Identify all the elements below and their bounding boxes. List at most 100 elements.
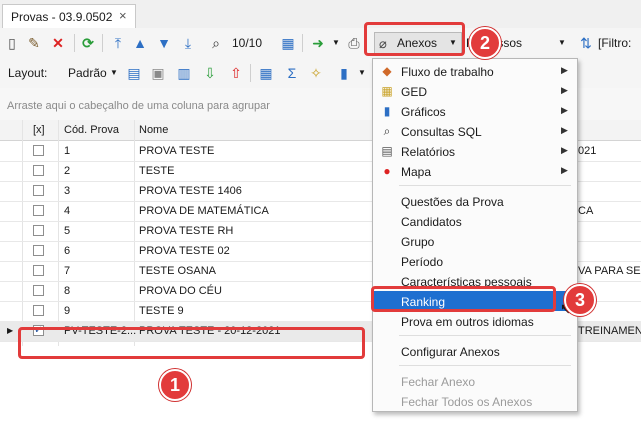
- cell-name: PROVA TESTE 02: [139, 245, 230, 257]
- menu-item-periodo[interactable]: Período: [373, 251, 577, 271]
- highlight-icon[interactable]: ✧: [308, 65, 324, 81]
- submenu-arrow-icon: ▶: [561, 145, 568, 155]
- new-document-icon[interactable]: ▯: [4, 35, 20, 51]
- cell-code: 9: [64, 305, 71, 317]
- layout-icon[interactable]: ▤: [126, 65, 142, 81]
- submenu-arrow-icon: ▶: [561, 165, 568, 175]
- chart-icon[interactable]: ▮: [336, 65, 352, 81]
- header-check[interactable]: [x]: [33, 124, 45, 136]
- row-checkbox[interactable]: [33, 245, 44, 256]
- menu-item-fechar-anexo: Fechar Anexo: [401, 375, 476, 389]
- row-checkbox[interactable]: [33, 185, 44, 196]
- row-checkbox[interactable]: [33, 265, 44, 276]
- step-badge-1: 1: [159, 369, 191, 401]
- menu-item-questoes[interactable]: Questões da Prova: [373, 191, 577, 211]
- cell-name: TESTE: [139, 165, 175, 177]
- cell-code: 4: [64, 205, 71, 217]
- sum-icon[interactable]: Σ: [284, 65, 300, 81]
- cell-code: 5: [64, 225, 71, 237]
- sort-icon[interactable]: ⇅: [578, 35, 594, 51]
- chevron-down-icon[interactable]: ▼: [354, 65, 370, 81]
- chevron-down-icon[interactable]: ▼: [554, 35, 570, 51]
- filter-grid-icon[interactable]: ▦: [258, 65, 274, 81]
- group-hint: Arraste aqui o cabeçalho de uma coluna p…: [7, 100, 270, 112]
- calendar-icon[interactable]: ▦: [280, 35, 296, 51]
- cell-code: 6: [64, 245, 71, 257]
- close-icon[interactable]: ×: [119, 8, 127, 23]
- report-icon: ▤: [381, 144, 393, 158]
- cell-extra: TREINAMENT: [578, 325, 641, 337]
- menu-item-grupo[interactable]: Grupo: [373, 231, 577, 251]
- row-checkbox[interactable]: [33, 225, 44, 236]
- cell-code: 8: [64, 285, 71, 297]
- delete-icon[interactable]: ✕: [50, 35, 66, 51]
- edit-icon[interactable]: ✎: [26, 35, 42, 51]
- cell-name: PROVA TESTE: [139, 145, 215, 157]
- chevron-down-icon[interactable]: ▼: [106, 65, 122, 81]
- print-icon[interactable]: ⎙: [346, 35, 362, 51]
- highlight-selected-row: [18, 327, 365, 359]
- menu-item-consultas-sql[interactable]: ⌕ Consultas SQL ▶: [373, 121, 577, 141]
- chart-icon: ▮: [383, 104, 391, 118]
- cell-name: PROVA DO CÉU: [139, 285, 222, 297]
- cell-name: PROVA DE MATEMÁTICA: [139, 205, 269, 217]
- export-layout-icon[interactable]: ⇧: [228, 65, 244, 81]
- refresh-icon[interactable]: ⟳: [80, 35, 96, 51]
- cell-extra: VA PARA SEMA: [578, 265, 641, 277]
- padrao-dropdown[interactable]: Padrão: [68, 66, 107, 80]
- cell-code: 7: [64, 265, 71, 277]
- step-badge-2: 2: [469, 27, 501, 59]
- record-counter: 10/10: [232, 36, 263, 50]
- menu-item-relatorios[interactable]: ▤ Relatórios ▶: [373, 141, 577, 161]
- filtro-label[interactable]: [Filtro:: [598, 36, 631, 50]
- tab-provas[interactable]: Provas - 03.9.0502 ×: [2, 4, 136, 28]
- cell-name: TESTE 9: [139, 305, 184, 317]
- tab-title: Provas - 03.9.0502: [11, 10, 113, 24]
- row-checkbox[interactable]: [33, 285, 44, 296]
- menu-item-fluxo[interactable]: ◆ Fluxo de trabalho ▶: [373, 61, 577, 81]
- import-icon[interactable]: ⇩: [202, 65, 218, 81]
- cell-name: PROVA TESTE RH: [139, 225, 234, 237]
- highlight-anexos: [364, 22, 465, 56]
- cell-extra: CA: [578, 205, 594, 217]
- highlight-ranking: [371, 286, 556, 312]
- cell-code: 2: [64, 165, 71, 177]
- next-record-icon[interactable]: ▼: [156, 35, 172, 51]
- menu-item-fechar-todos: Fechar Todos os Anexos: [401, 395, 533, 409]
- chevron-down-icon[interactable]: ▼: [328, 35, 344, 51]
- save-layout-icon[interactable]: ▣: [150, 65, 166, 81]
- layout-label: Layout:: [8, 66, 48, 80]
- columns-icon[interactable]: ▥: [176, 65, 192, 81]
- previous-record-icon[interactable]: ▲: [132, 35, 148, 51]
- row-checkbox[interactable]: [33, 145, 44, 156]
- row-checkbox[interactable]: [33, 305, 44, 316]
- cell-code: 1: [64, 145, 71, 157]
- map-pin-icon: ●: [383, 164, 391, 178]
- cell-code: 3: [64, 185, 71, 197]
- menu-item-graficos[interactable]: ▮ Gráficos ▶: [373, 101, 577, 121]
- menu-item-ged[interactable]: ▦ GED ▶: [373, 81, 577, 101]
- row-indicator-icon: ▶: [7, 326, 14, 335]
- menu-item-configurar-anexos[interactable]: Configurar Anexos: [373, 341, 577, 361]
- main-toolbar: ▯ ✎ ✕ ⟳ ⤒ ▲ ▼ ⤓ ⌕ 10/10 ▦ ➜ ▼ ⎙ ⌀ Anexos…: [0, 28, 641, 59]
- export-icon[interactable]: ➜: [310, 35, 326, 51]
- search-icon: ⌕: [383, 124, 391, 138]
- last-record-icon[interactable]: ⤓: [180, 35, 196, 51]
- tab-bar: Provas - 03.9.0502 ×: [0, 0, 641, 29]
- row-checkbox[interactable]: [33, 205, 44, 216]
- first-record-icon[interactable]: ⤒: [110, 35, 126, 51]
- submenu-arrow-icon: ▶: [561, 65, 568, 75]
- header-code[interactable]: Cód. Prova: [64, 124, 119, 136]
- cell-extra: 021: [578, 145, 597, 157]
- step-badge-3: 3: [564, 284, 596, 316]
- workflow-icon: ◆: [382, 64, 392, 78]
- row-checkbox[interactable]: [33, 165, 44, 176]
- cell-name: PROVA TESTE 1406: [139, 185, 242, 197]
- submenu-arrow-icon: ▶: [561, 85, 568, 95]
- header-name[interactable]: Nome: [139, 124, 168, 136]
- menu-item-mapa[interactable]: ● Mapa ▶: [373, 161, 577, 181]
- menu-item-outros-idiomas[interactable]: Prova em outros idiomas: [373, 311, 577, 331]
- binoculars-icon[interactable]: ⌕: [208, 35, 224, 51]
- menu-item-candidatos[interactable]: Candidatos: [373, 211, 577, 231]
- anexos-dropdown-menu: ◆ Fluxo de trabalho ▶ ▦ GED ▶ ▮ Gráficos…: [372, 58, 578, 412]
